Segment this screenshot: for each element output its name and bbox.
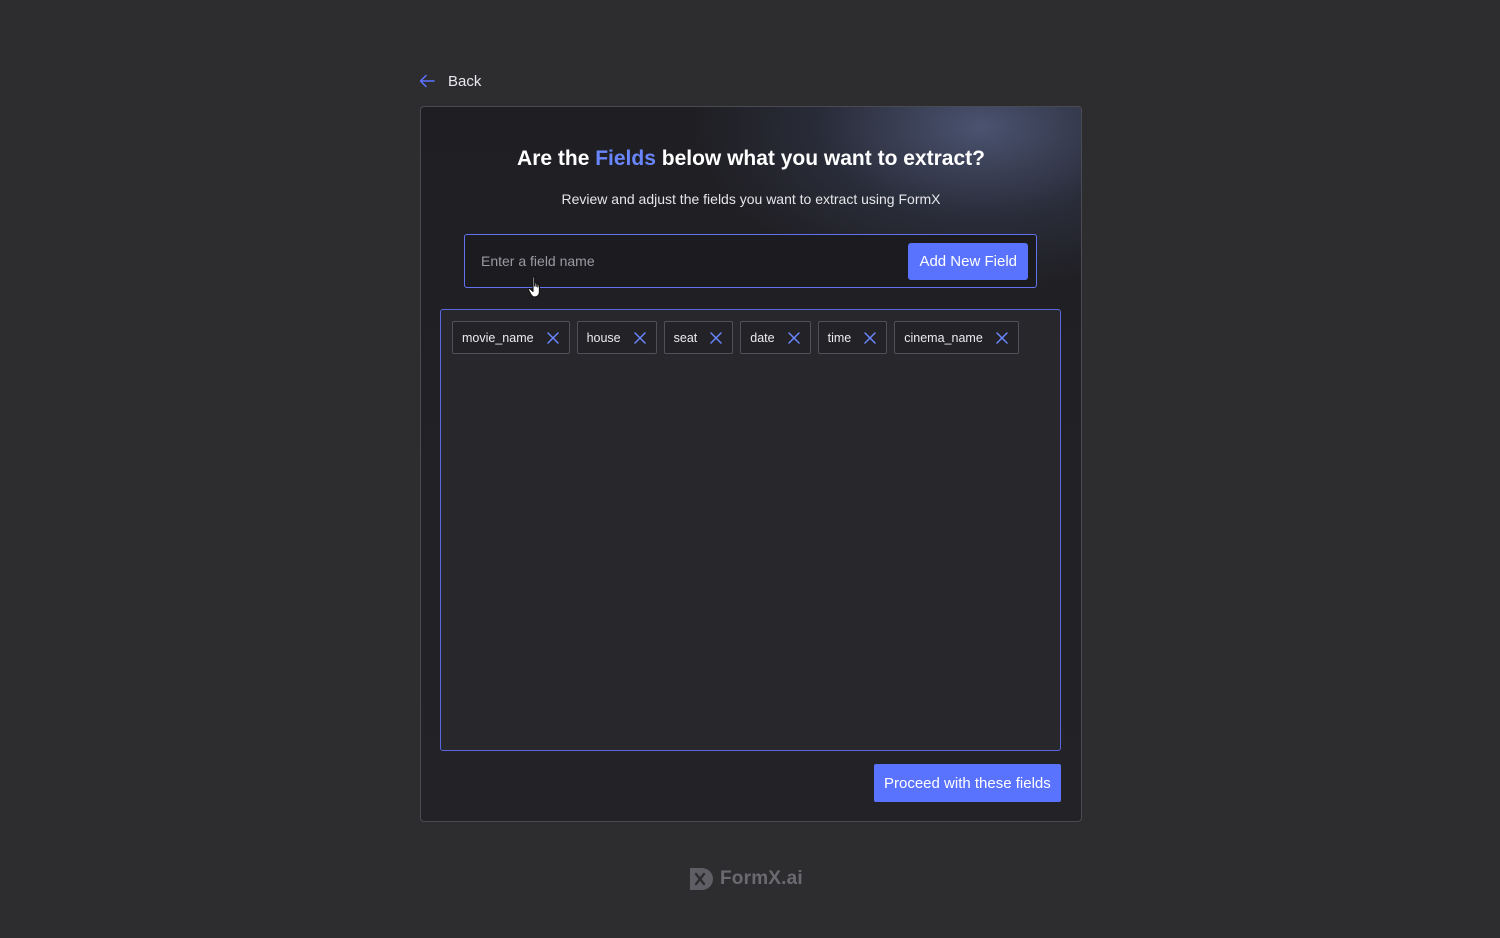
back-label: Back — [448, 72, 482, 90]
close-icon — [787, 331, 800, 344]
field-chip: date — [740, 321, 811, 354]
field-chip: house — [576, 321, 657, 354]
remove-field-button[interactable] — [709, 331, 723, 345]
fields-box[interactable]: movie_name house seat date time cinema_n… — [440, 309, 1061, 751]
arrow-left-icon — [419, 74, 435, 88]
close-icon — [546, 331, 559, 344]
title-accent: Fields — [595, 147, 656, 170]
page-title: Are the Fields below what you want to ex… — [421, 147, 1081, 171]
close-icon — [710, 331, 723, 344]
page: Back Are the Fields below what you want … — [0, 0, 1500, 938]
field-chip-list: movie_name house seat date time cinema_n… — [452, 321, 1049, 354]
page-subtitle: Review and adjust the fields you want to… — [561, 191, 941, 207]
close-icon — [996, 331, 1008, 344]
field-chip-label: seat — [673, 330, 698, 345]
close-icon — [864, 331, 876, 344]
formx-logo: FormX.ai — [688, 866, 803, 892]
field-chip: movie_name — [452, 321, 570, 354]
formx-logo-text: FormX.ai — [720, 868, 803, 889]
field-chip-label: time — [827, 330, 852, 345]
field-chip-label: house — [586, 330, 621, 345]
field-review-card: Are the Fields below what you want to ex… — [420, 106, 1082, 822]
field-chip: time — [817, 321, 888, 354]
title-prefix: Are the — [517, 147, 596, 170]
title-suffix: below what you want to extract? — [655, 147, 985, 170]
add-new-field-button[interactable]: Add New Field — [908, 242, 1028, 280]
remove-field-button[interactable] — [995, 331, 1009, 345]
field-chip-label: date — [750, 330, 775, 345]
field-chip: cinema_name — [894, 321, 1019, 354]
field-name-input-group: Add New Field — [464, 234, 1037, 288]
field-chip-label: movie_name — [462, 330, 534, 345]
proceed-button[interactable]: Proceed with these fields — [874, 764, 1061, 802]
hand-pointer-icon — [527, 276, 540, 298]
remove-field-button[interactable] — [633, 331, 647, 345]
remove-field-button[interactable] — [546, 331, 560, 345]
field-chip-label: cinema_name — [904, 330, 983, 345]
formx-logo-icon — [690, 868, 713, 890]
remove-field-button[interactable] — [787, 331, 801, 345]
close-icon — [633, 331, 646, 344]
field-chip: seat — [663, 321, 734, 354]
remove-field-button[interactable] — [863, 331, 877, 345]
back-link[interactable]: Back — [418, 72, 481, 90]
